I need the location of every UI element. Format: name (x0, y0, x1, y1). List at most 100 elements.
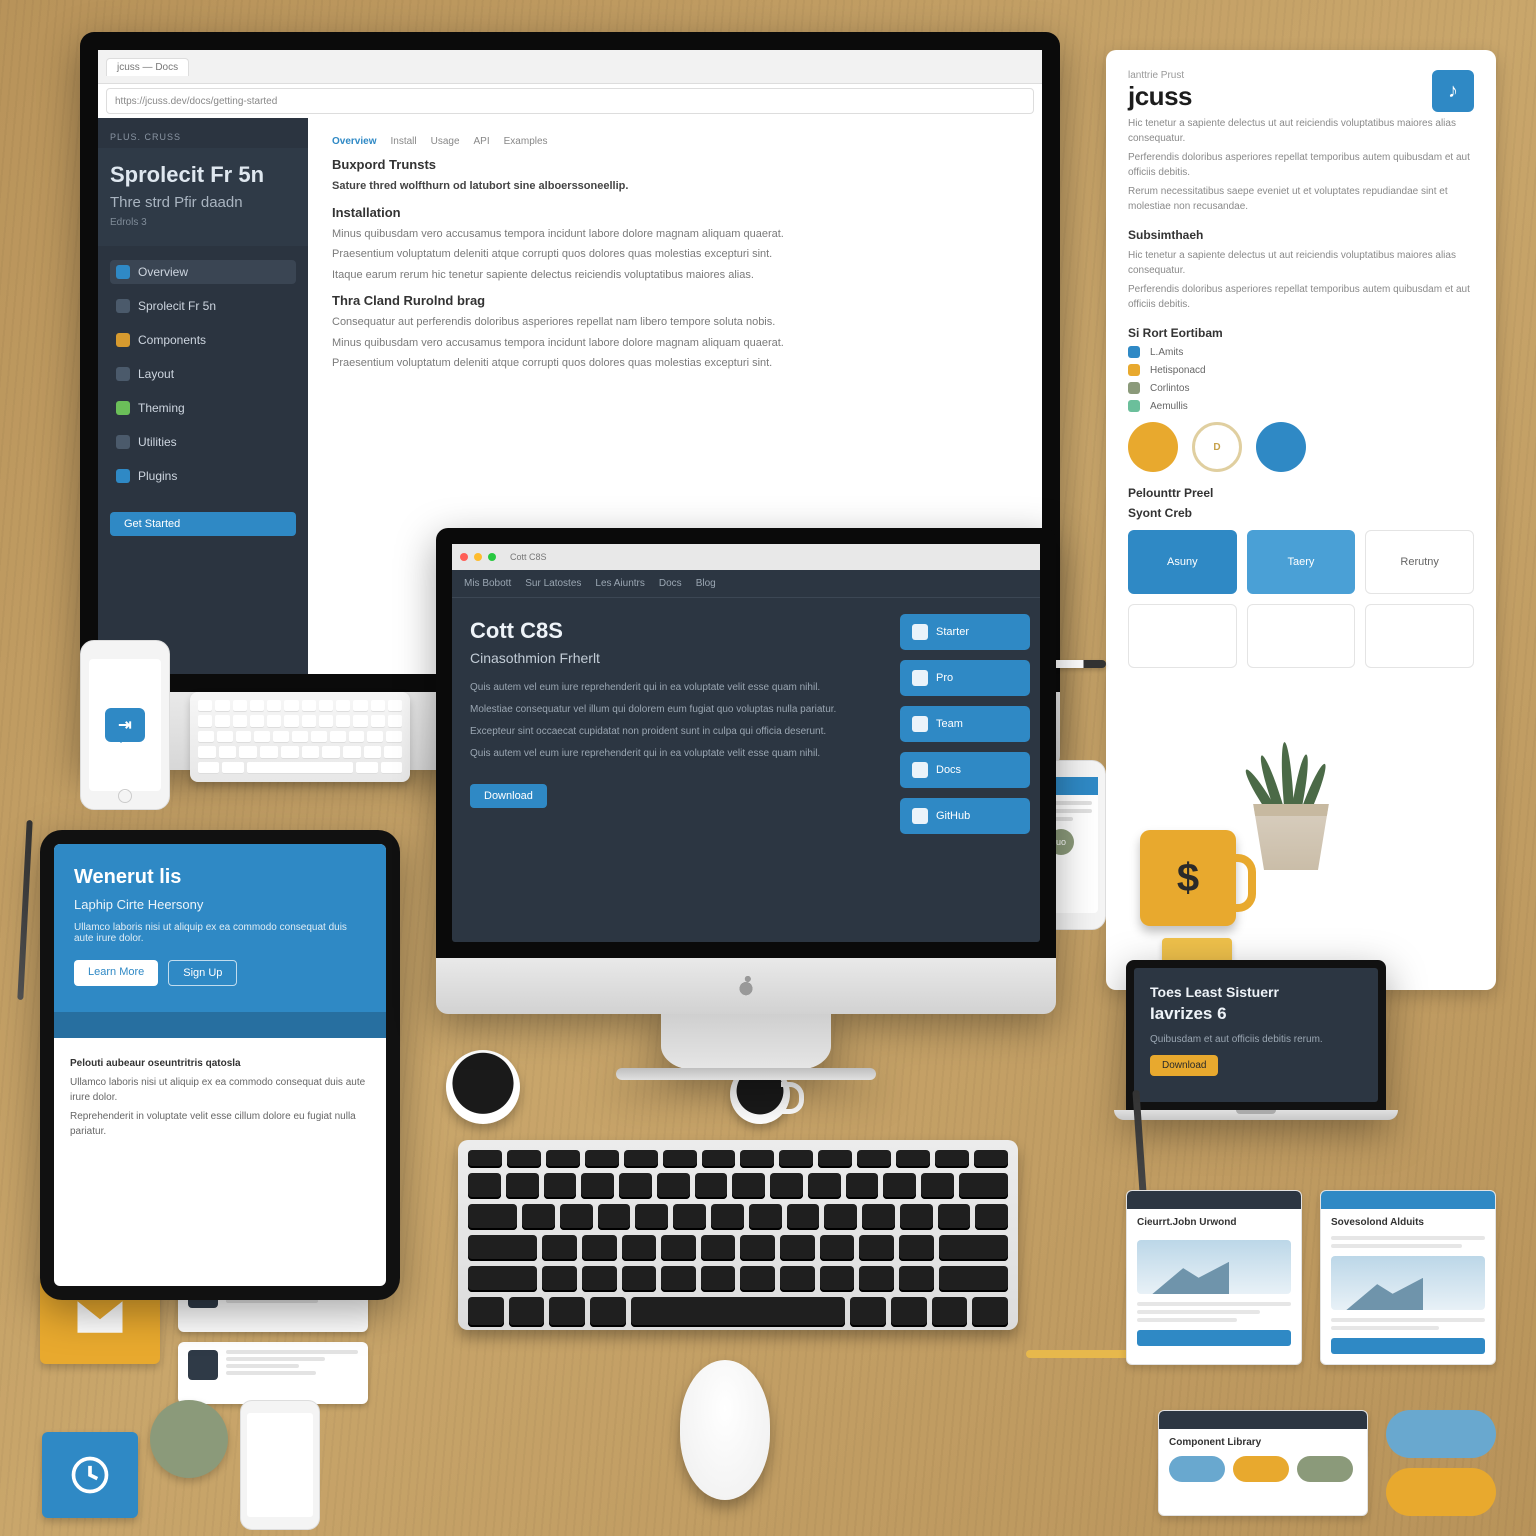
business-card (178, 1342, 368, 1404)
sidebar-item-1[interactable]: Sprolecit Fr 5n (110, 294, 296, 318)
side-card[interactable]: Starter (900, 614, 1030, 650)
nav-item[interactable]: Sur Latostes (525, 578, 581, 589)
sidebar-hero-title: Sprolecit Fr 5n (110, 162, 296, 188)
tag-row: Hetisponacd (1128, 364, 1474, 376)
tablet-strip (54, 1012, 386, 1038)
clock-icon (68, 1453, 112, 1497)
front-paragraph: Molestiae consequatur vel illum qui dolo… (470, 702, 872, 718)
mini-card[interactable]: Rerutny (1365, 530, 1474, 594)
mini-card[interactable]: Taery (1247, 530, 1356, 594)
phone-left: ⇥ (80, 640, 170, 810)
front-paragraph: Quis autem vel eum iure reprehenderit qu… (470, 746, 872, 762)
sheet-section: Pelounttr Preel (1128, 486, 1474, 500)
mini-card[interactable] (1365, 604, 1474, 668)
nav-item[interactable]: Docs (659, 578, 682, 589)
pill (1386, 1468, 1496, 1516)
doc-nav-item[interactable]: API (474, 136, 490, 147)
doc-nav-item[interactable]: Overview (332, 136, 376, 147)
mini-card[interactable]: Asuny (1128, 530, 1237, 594)
side-card[interactable]: Pro (900, 660, 1030, 696)
browser-tab[interactable]: jcuss — Docs (106, 58, 189, 76)
doc-section-title: Thra Cland Rurolnd brag (332, 293, 1018, 308)
front-top-nav: Mis Bobott Sur Latostes Les Aiuntrs Docs… (452, 570, 1040, 598)
laptop-cta[interactable]: Download (1150, 1055, 1218, 1076)
sidebar-item-3[interactable]: Layout (110, 362, 296, 386)
sidebar-cta[interactable]: Get Started (110, 512, 296, 536)
browser-url-bar[interactable]: https://jcuss.dev/docs/getting-started (106, 88, 1034, 114)
doc-paragraph: Praesentium voluptatum deleniti atque co… (332, 355, 1018, 372)
circle-swatch (1128, 422, 1178, 472)
sidebar-item-6[interactable]: Plugins (110, 464, 296, 488)
chat-icon: ⇥ (105, 708, 145, 742)
doc-nav-item[interactable]: Examples (504, 136, 548, 147)
nav-item[interactable]: Mis Bobott (464, 578, 511, 589)
color-circles: D (1128, 422, 1474, 472)
card-icon (912, 670, 928, 686)
doc-paragraph: Minus quibusdam vero accusamus tempora i… (332, 335, 1018, 352)
sidebar-hero-subtitle: Thre strd Pfir daadn (110, 194, 296, 211)
front-paragraph: Quis autem vel eum iure reprehenderit qu… (470, 680, 872, 696)
keyboard-large (458, 1140, 1018, 1330)
mock-card: Sovesolond Alduits (1320, 1190, 1496, 1365)
sheet-section: Syont Creb (1128, 506, 1474, 520)
laptop: Toes Least Sistuerr Iavrizes 6 Quibusdam… (1126, 960, 1386, 1134)
sidebar-version: Edrols 3 (110, 217, 296, 228)
doc-heading: Buxpord Trunsts (332, 157, 1018, 172)
note-icon: ♪ (1432, 70, 1474, 112)
doc-paragraph: Praesentium voluptatum deleniti atque co… (332, 246, 1018, 263)
mock-card: Cieurrt.Jobn Urwond (1126, 1190, 1302, 1365)
doc-nav-item[interactable]: Install (390, 136, 416, 147)
mock-card: Component Library (1158, 1410, 1368, 1516)
sidebar-item-5[interactable]: Utilities (110, 430, 296, 454)
doc-section-title: Installation (332, 205, 1018, 220)
sidebar-eyebrow: PLUS. CRUSS (110, 132, 296, 142)
tag-row: Corlintos (1128, 382, 1474, 394)
front-tab[interactable]: Cott C8S (510, 552, 547, 562)
nav-item[interactable]: Les Aiuntrs (595, 578, 644, 589)
doc-paragraph: Itaque earum rerum hic tenetur sapiente … (332, 267, 1018, 284)
sidebar-item-2[interactable]: Components (110, 328, 296, 352)
pill (1386, 1410, 1496, 1458)
front-cta[interactable]: Download (470, 784, 547, 808)
tag-row: Aemullis (1128, 400, 1474, 412)
mini-card[interactable] (1128, 604, 1237, 668)
sheet-intro: Perferendis doloribus asperiores repella… (1128, 150, 1474, 180)
front-paragraph: Excepteur sint occaecat cupidatat non pr… (470, 724, 872, 740)
mouse (680, 1360, 770, 1500)
tag-row: L.Amits (1128, 346, 1474, 358)
card-icon (912, 808, 928, 824)
apple-logo-icon (737, 975, 755, 997)
sheet-section: Subsimthaeh (1128, 228, 1474, 242)
side-card[interactable]: Docs (900, 752, 1030, 788)
doc-paragraph: Minus quibusdam vero accusamus tempora i… (332, 226, 1018, 243)
doc-top-nav: Overview Install Usage API Examples (332, 136, 1018, 147)
sidebar-item-4[interactable]: Theming (110, 396, 296, 420)
side-card[interactable]: GitHub (900, 798, 1030, 834)
mini-card[interactable] (1247, 604, 1356, 668)
doc-nav-item[interactable]: Usage (431, 136, 460, 147)
nav-item[interactable]: Blog (696, 578, 716, 589)
docs-sidebar: PLUS. CRUSS Sprolecit Fr 5n Thre strd Pf… (98, 118, 308, 674)
card-icon (912, 624, 928, 640)
tablet-secondary-btn[interactable]: Sign Up (168, 960, 237, 986)
tablet-eyebrow: Wenerut lis (74, 866, 366, 889)
tablet-primary-btn[interactable]: Learn More (74, 960, 158, 986)
browser-tab-bar: jcuss — Docs (98, 50, 1042, 84)
side-card[interactable]: Team (900, 706, 1030, 742)
coffee-mug: $ (1140, 830, 1236, 926)
sheet-text: Perferendis doloribus asperiores repella… (1128, 282, 1474, 312)
plant (1226, 720, 1356, 870)
doc-lead: Sature thred wolfthurn od latubort sine … (332, 178, 1018, 195)
pen (17, 820, 32, 1000)
laptop-title: Iavrizes 6 (1150, 1004, 1362, 1024)
sheet-text: Hic tenetur a sapiente delectus ut aut r… (1128, 248, 1474, 278)
laptop-eyebrow: Toes Least Sistuerr (1150, 984, 1362, 1000)
tablet-footer: Pelouti aubeaur oseuntritris qatosla (70, 1056, 370, 1071)
tile-clock (42, 1432, 138, 1518)
doc-paragraph: Consequatur aut perferendis doloribus as… (332, 314, 1018, 331)
sheet-kicker: lanttrie Prust (1128, 70, 1192, 81)
sheet-section: Si Rort Eortibam (1128, 326, 1474, 340)
mock-row: Cieurrt.Jobn Urwond Sovesolond Alduits (1126, 1190, 1496, 1365)
sidebar-item-0[interactable]: Overview (110, 260, 296, 284)
keyboard-small (190, 692, 410, 782)
